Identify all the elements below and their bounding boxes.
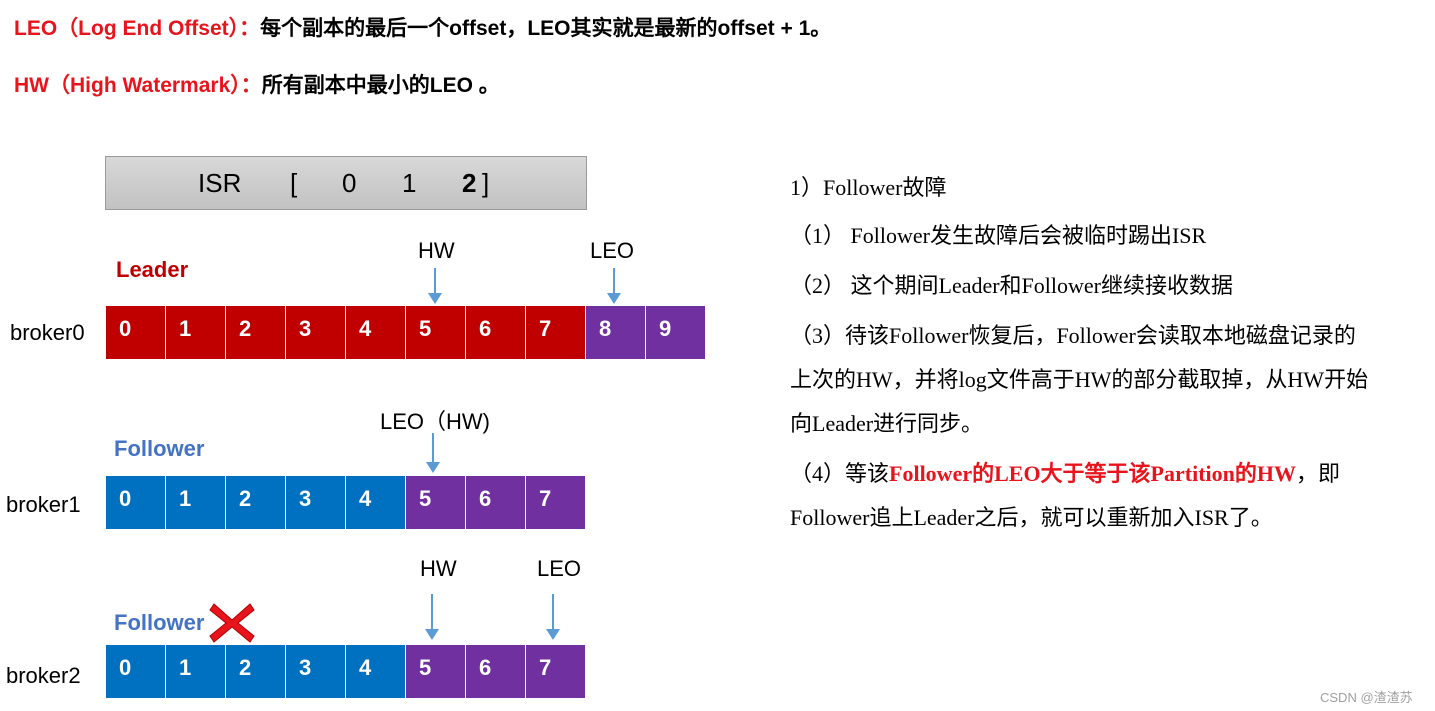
hw-description: 所有副本中最小的LEO 。 — [261, 74, 500, 97]
notes-item-3: （3）待该Follower恢复后，Follower会读取本地磁盘记录的 — [790, 323, 1356, 348]
broker2-leo-label: LEO — [537, 556, 582, 581]
log-offset-cell: 5 — [406, 645, 465, 698]
broker2-hw-arrow — [425, 594, 439, 640]
isr-member-0: 0 — [342, 168, 357, 198]
log-offset-cell: 5 — [406, 306, 465, 359]
log-offset-cell: 3 — [286, 476, 345, 529]
broker0-log: 0123456789 — [106, 306, 706, 359]
log-offset-cell: 1 — [166, 476, 225, 529]
hw-definition: HW（High Watermark）：所有副本中最小的LEO 。 — [14, 69, 500, 99]
log-offset-cell: 1 — [166, 306, 225, 359]
log-offset-cell: 9 — [646, 306, 705, 359]
isr-bar: ISR [ 0 1 2 ] — [105, 156, 587, 210]
log-offset-cell: 4 — [346, 645, 405, 698]
follower2-role-label: Follower — [114, 610, 205, 635]
isr-close-bracket: ] — [482, 168, 490, 198]
broker2-leo-arrow — [546, 594, 560, 640]
notes-item-4-highlight: Follower的LEO大于等于该Partition的HW — [889, 461, 1296, 486]
log-offset-cell: 2 — [226, 306, 285, 359]
notes-heading: 1）Follower故障 — [790, 175, 947, 200]
hw-term: HW（High Watermark）： — [14, 74, 262, 97]
notes-item-3-line-2: 上次的HW，并将log文件高于HW的部分截取掉，从HW开始 — [790, 367, 1369, 392]
log-offset-cell: 5 — [406, 476, 465, 529]
notes-item-4-prefix: （4）等该 — [790, 461, 890, 486]
log-offset-cell: 7 — [526, 645, 585, 698]
watermark: CSDN @渣渣苏 — [1320, 690, 1413, 705]
broker0-hw-label: HW — [418, 238, 455, 263]
broker1-leo-hw-label: LEO（HW) — [380, 409, 491, 434]
log-offset-cell: 7 — [526, 306, 585, 359]
log-offset-cell: 0 — [106, 306, 165, 359]
leo-description: 每个副本的最后一个offset，LEO其实就是最新的offset + 1。 — [260, 17, 832, 40]
log-offset-cell: 2 — [226, 476, 285, 529]
broker2-log: 01234567 — [106, 645, 586, 698]
notes-item-4-line-2: Follower追上Leader之后，就可以重新加入ISR了。 — [790, 505, 1273, 530]
broker0-leo-label: LEO — [590, 238, 635, 263]
failure-cross-icon — [209, 603, 255, 643]
broker2-hw-label: HW — [420, 556, 457, 581]
log-offset-cell: 0 — [106, 476, 165, 529]
broker1-label: broker1 — [6, 492, 81, 517]
broker1-leo-arrow — [426, 433, 440, 473]
notes-item-1: （1） Follower发生故障后会被临时踢出ISR — [790, 223, 1207, 248]
notes-item-4-suffix: ，即 — [1295, 461, 1340, 486]
broker0-leo-arrow — [607, 268, 621, 304]
log-offset-cell: 1 — [166, 645, 225, 698]
isr-member-2: 2 — [462, 168, 477, 198]
follower1-role-label: Follower — [114, 436, 205, 461]
log-offset-cell: 0 — [106, 645, 165, 698]
broker1-log: 01234567 — [106, 476, 586, 529]
log-offset-cell: 8 — [586, 306, 645, 359]
leo-definition: LEO（Log End Offset）：每个副本的最后一个offset，LEO其… — [14, 12, 831, 42]
notes-item-3-line-3: 向Leader进行同步。 — [790, 411, 984, 436]
log-offset-cell: 3 — [286, 645, 345, 698]
broker0-hw-arrow — [428, 268, 442, 304]
broker2-label: broker2 — [6, 663, 81, 688]
log-offset-cell: 4 — [346, 306, 405, 359]
isr-label: ISR — [198, 168, 242, 198]
broker0-label: broker0 — [10, 320, 85, 345]
leo-term: LEO（Log End Offset）： — [14, 17, 261, 40]
log-offset-cell: 6 — [466, 306, 525, 359]
leader-role-label: Leader — [116, 257, 189, 282]
log-offset-cell: 7 — [526, 476, 585, 529]
log-offset-cell: 6 — [466, 476, 525, 529]
notes-item-4: （4）等该Follower的LEO大于等于该Partition的HW，即 — [790, 456, 1340, 488]
isr-member-1: 1 — [402, 168, 417, 198]
log-offset-cell: 4 — [346, 476, 405, 529]
log-offset-cell: 2 — [226, 645, 285, 698]
isr-open-bracket: [ — [290, 168, 298, 198]
log-offset-cell: 3 — [286, 306, 345, 359]
notes-item-2: （2） 这个期间Leader和Follower继续接收数据 — [790, 273, 1233, 298]
log-offset-cell: 6 — [466, 645, 525, 698]
